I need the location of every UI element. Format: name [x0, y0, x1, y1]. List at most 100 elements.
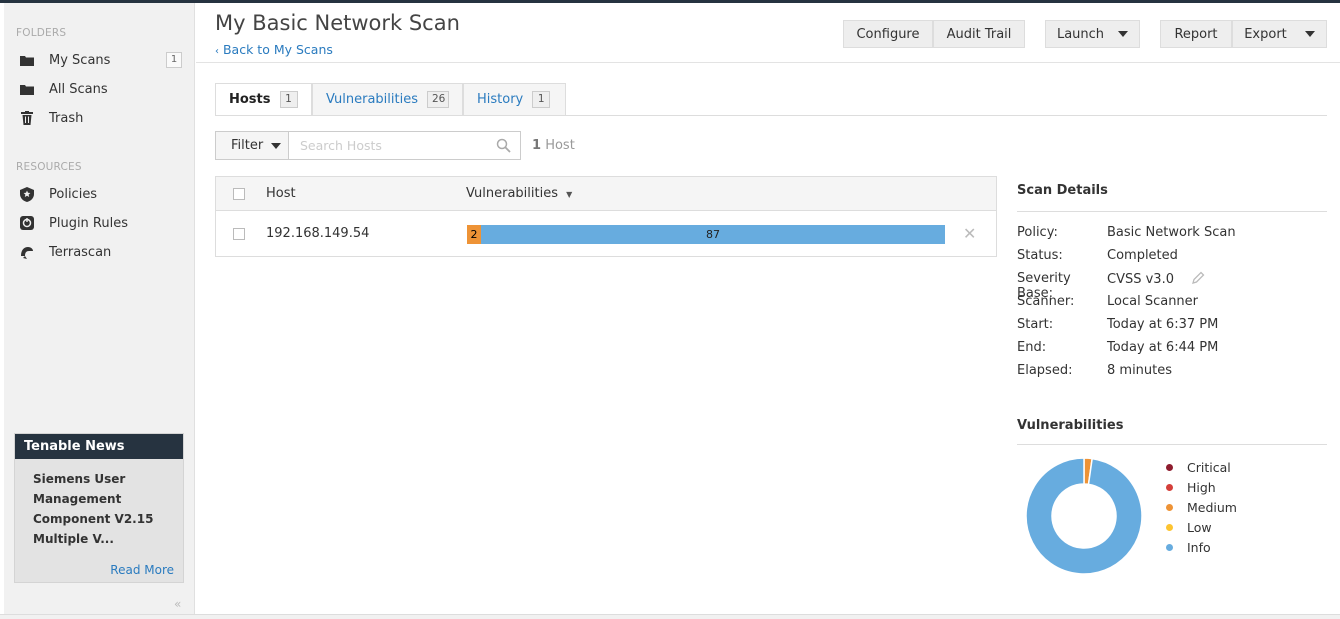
my-scans-count-badge: 1 — [166, 52, 182, 68]
search-icon[interactable] — [496, 138, 511, 157]
sidebar-item-label: Trash — [49, 110, 84, 126]
caret-down-icon — [271, 142, 282, 149]
legend-dot — [1166, 503, 1173, 511]
scan-details-title: Scan Details — [1017, 183, 1327, 212]
chevron-left-icon: ‹ — [215, 46, 219, 57]
tab-history[interactable]: History 1 — [463, 83, 566, 116]
sidebar-item-label: Policies — [49, 186, 98, 202]
resources-heading: RESOURCES — [16, 161, 82, 173]
configure-button[interactable]: Configure — [843, 20, 933, 48]
export-button[interactable]: Export — [1232, 20, 1327, 48]
medium-severity-segment[interactable]: 2 — [467, 225, 481, 244]
tab-label: Hosts — [229, 92, 271, 107]
detail-key: Status: — [1017, 248, 1063, 263]
sidebar-item-terrascan[interactable]: Terrascan — [4, 239, 194, 265]
sidebar-item-plugin-rules[interactable]: Plugin Rules — [4, 210, 194, 236]
sidebar-item-label: Terrascan — [49, 244, 112, 260]
table-header: Host Vulnerabilities ▼ — [216, 177, 996, 211]
export-label: Export — [1244, 26, 1287, 42]
detail-value: 8 minutes — [1107, 363, 1173, 378]
select-all-checkbox[interactable] — [233, 188, 245, 200]
host-count-label: Host — [545, 138, 575, 153]
host-count: 1 Host — [532, 138, 575, 153]
legend-label: Critical — [1187, 459, 1231, 475]
donut-slice-info[interactable] — [1025, 457, 1143, 575]
caret-down-icon — [1304, 31, 1315, 37]
back-link-label: Back to My Scans — [222, 42, 333, 57]
caret-down-icon — [1118, 31, 1129, 37]
legend-dot — [1166, 483, 1173, 491]
sidebar-item-label: My Scans — [49, 52, 111, 68]
launch-button[interactable]: Launch — [1045, 20, 1140, 48]
folder-icon — [19, 81, 35, 97]
sidebar-item-trash[interactable]: Trash — [4, 105, 194, 131]
launch-label: Launch — [1056, 26, 1105, 42]
header-divider — [196, 62, 1340, 63]
detail-value: Local Scanner — [1107, 294, 1199, 309]
detail-key: End: — [1017, 340, 1047, 355]
detail-value: Completed — [1107, 248, 1178, 263]
row-checkbox[interactable] — [233, 228, 245, 240]
info-severity-segment[interactable]: 87 — [481, 225, 945, 244]
read-more-link[interactable]: Read More — [110, 563, 174, 577]
sort-down-icon: ▼ — [566, 190, 573, 199]
legend-dot — [1166, 543, 1173, 551]
collapse-sidebar-icon[interactable]: « — [174, 597, 181, 611]
scan-details-panel: Scan Details Policy: Basic Network Scan … — [1017, 183, 1327, 378]
bottom-edge — [0, 614, 1340, 619]
column-header-label: Vulnerabilities — [466, 186, 558, 201]
legend-label: Medium — [1187, 499, 1237, 515]
legend-label: Info — [1187, 539, 1211, 555]
tab-divider — [215, 115, 1327, 116]
legend-dot — [1166, 463, 1173, 471]
table-row[interactable]: 192.168.149.54 2 87 ✕ — [216, 211, 996, 256]
terrascan-icon — [19, 244, 35, 260]
severity-bar[interactable]: 2 87 — [467, 225, 945, 244]
tenable-news-panel: Tenable News Siemens User Management Com… — [14, 433, 184, 583]
audit-trail-button[interactable]: Audit Trail — [933, 20, 1025, 48]
tab-count-badge: 1 — [532, 91, 551, 108]
sidebar-item-all-scans[interactable]: All Scans — [4, 76, 194, 102]
folders-heading: FOLDERS — [16, 27, 67, 39]
main-content: My Basic Network Scan ‹ Back to My Scans… — [196, 3, 1340, 614]
filter-button[interactable]: Filter — [215, 131, 289, 160]
report-button[interactable]: Report — [1160, 20, 1232, 48]
sidebar-item-policies[interactable]: Policies — [4, 181, 194, 207]
sidebar-item-my-scans[interactable]: My Scans 1 — [4, 47, 194, 73]
detail-value: Today at 6:44 PM — [1107, 340, 1219, 355]
vulnerabilities-donut-chart[interactable] — [1022, 454, 1146, 578]
tab-count-badge: 1 — [279, 91, 298, 108]
news-headline[interactable]: Siemens User Management Component V2.15 … — [15, 459, 183, 549]
legend-item-critical: Critical — [1166, 458, 1286, 476]
detail-value: CVSS v3.0 — [1107, 271, 1205, 288]
news-title: Tenable News — [15, 434, 183, 459]
detail-key: Scanner: — [1017, 294, 1075, 309]
detail-key: Start: — [1017, 317, 1054, 332]
sidebar: FOLDERS My Scans 1 All Scans Trash RESOU… — [4, 3, 195, 614]
search-hosts-input[interactable] — [289, 132, 489, 159]
detail-value: Basic Network Scan — [1107, 225, 1236, 240]
column-header-host[interactable]: Host — [266, 186, 296, 201]
detail-key: Policy: — [1017, 225, 1058, 240]
column-header-vulnerabilities[interactable]: Vulnerabilities ▼ — [466, 186, 572, 201]
legend-dot — [1166, 523, 1173, 531]
legend-item-info: Info — [1166, 538, 1286, 556]
tab-label: History — [477, 92, 524, 107]
legend-label: High — [1187, 479, 1216, 495]
tab-vulnerabilities[interactable]: Vulnerabilities 26 — [312, 83, 463, 116]
detail-key: Elapsed: — [1017, 363, 1073, 378]
sidebar-item-label: Plugin Rules — [49, 215, 128, 231]
legend-item-medium: Medium — [1166, 498, 1286, 516]
host-count-number: 1 — [532, 138, 542, 153]
host-ip[interactable]: 192.168.149.54 — [266, 226, 369, 241]
policy-shield-icon — [19, 186, 35, 202]
tab-hosts[interactable]: Hosts 1 — [215, 83, 312, 116]
sidebar-item-label: All Scans — [49, 81, 108, 97]
folder-icon — [19, 52, 35, 68]
edit-pencil-icon[interactable] — [1192, 271, 1205, 288]
back-to-my-scans-link[interactable]: ‹ Back to My Scans — [215, 42, 333, 57]
filter-label: Filter — [231, 138, 264, 153]
remove-host-icon[interactable]: ✕ — [963, 224, 976, 243]
tab-label: Vulnerabilities — [326, 92, 418, 107]
legend-label: Low — [1187, 519, 1212, 535]
